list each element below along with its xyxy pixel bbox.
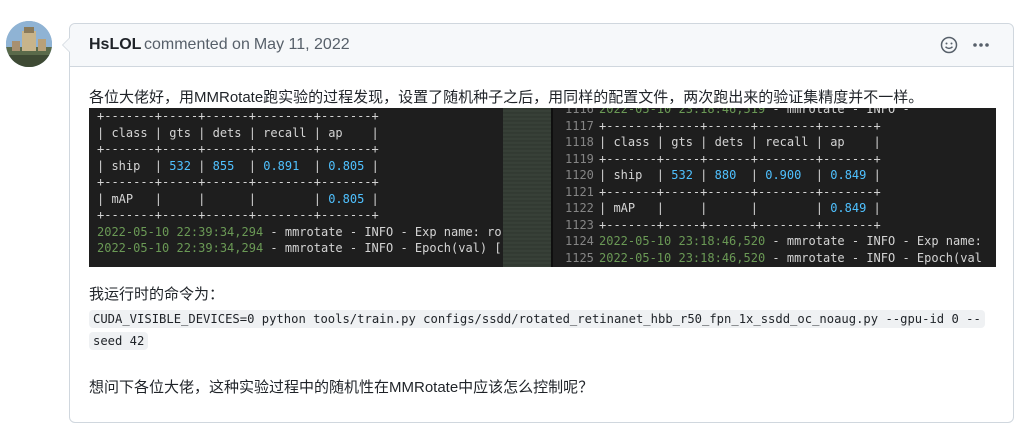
smiley-icon[interactable] — [939, 35, 959, 55]
line-number: 1117 — [565, 118, 594, 133]
terminal-screenshot: +-------+-----+------+--------+-------+ … — [89, 108, 996, 267]
terminal-line: | class | gts | dets | recall | ap | — [97, 125, 379, 140]
command-code: CUDA_VISIBLE_DEVICES=0 python tools/trai… — [89, 308, 995, 352]
terminal-line: +-------+-----+------+--------+-------+ — [97, 109, 379, 123]
paragraph: 各位大佬好，用MMRotate跑实验的过程发现，设置了随机种子之后，用同样的配置… — [89, 89, 924, 106]
terminal-line: 2022-05-10 23:18:46,520 - mmrotate - INF… — [599, 250, 982, 265]
terminal-line: +-------+-----+------+--------+-------+ — [97, 142, 379, 156]
terminal-left-pane: +-------+-----+------+--------+-------+ … — [89, 108, 503, 267]
terminal-line: +-------+-----+------+--------+-------+ — [97, 175, 379, 189]
line-number: 1125 — [565, 250, 594, 265]
terminal-line: 2022-05-10 22:39:34,294 - mmrotate - INF… — [97, 224, 502, 239]
inline-code-line: seed 42 — [89, 332, 149, 350]
comment-meta: commented on May 11, 2022 — [144, 36, 350, 54]
line-number: 1116 — [565, 108, 594, 116]
terminal-line: | ship | 532 | 855 | 0.891 | 0.805 | — [97, 158, 379, 173]
comment-verb: commented on — [144, 36, 250, 53]
terminal-line: +-------+-----+------+--------+-------+ — [599, 217, 881, 232]
terminal-line: | mAP | | | | 0.805 | — [97, 191, 379, 206]
minimap — [503, 108, 551, 267]
terminal-line: 2022-05-10 22:39:34,294 - mmrotate - INF… — [97, 241, 502, 255]
inline-code-line: CUDA_VISIBLE_DEVICES=0 python tools/trai… — [89, 310, 985, 328]
line-number: 1118 — [565, 135, 594, 149]
terminal-line: 2022-05-10 23:18:46,520 - mmrotate - INF… — [599, 234, 982, 248]
paragraph: 我运行时的命令为： — [89, 286, 225, 303]
avatar[interactable] — [6, 21, 52, 67]
terminal-right-pane: 1116 2022-05-10 23:18:46,519 - mmrotate -… — [553, 108, 996, 267]
terminal-line: 2022-05-10 23:18:46,519 - mmrotate - INF… — [599, 108, 910, 116]
comment-date[interactable]: May 11, 2022 — [254, 36, 350, 53]
line-number: 1124 — [565, 234, 594, 248]
line-number: 1123 — [565, 217, 594, 232]
line-number: 1121 — [565, 184, 594, 199]
line-number: 1122 — [565, 201, 594, 215]
terminal-line: +-------+-----+------+--------+-------+ — [599, 184, 881, 199]
author-link[interactable]: HsLOL — [89, 36, 141, 54]
comment-header: HsLOL commented on May 11, 2022 — [70, 24, 1013, 67]
line-number: 1120 — [565, 168, 594, 182]
comment-body: 各位大佬好，用MMRotate跑实验的过程发现，设置了随机种子之后，用同样的配置… — [89, 88, 999, 396]
comment-card: HsLOL commented on May 11, 2022 各位大佬好，用MM… — [62, 23, 1014, 423]
paragraph: 想问下各位大佬，这种实验过程中的随机性在MMRotate中应该怎么控制呢？ — [89, 379, 594, 396]
terminal-line: | mAP | | | | 0.849 | — [599, 201, 881, 215]
kebab-menu-icon[interactable] — [971, 35, 991, 55]
terminal-line: +-------+-----+------+--------+-------+ — [599, 118, 881, 133]
terminal-line: +-------+-----+------+--------+-------+ — [97, 208, 379, 222]
terminal-line: | ship | 532 | 880 | 0.900 | 0.849 | — [599, 168, 881, 182]
terminal-line: +-------+-----+------+--------+-------+ — [599, 151, 881, 166]
terminal-line: | class | gts | dets | recall | ap | — [599, 135, 881, 149]
line-number: 1119 — [565, 151, 594, 166]
